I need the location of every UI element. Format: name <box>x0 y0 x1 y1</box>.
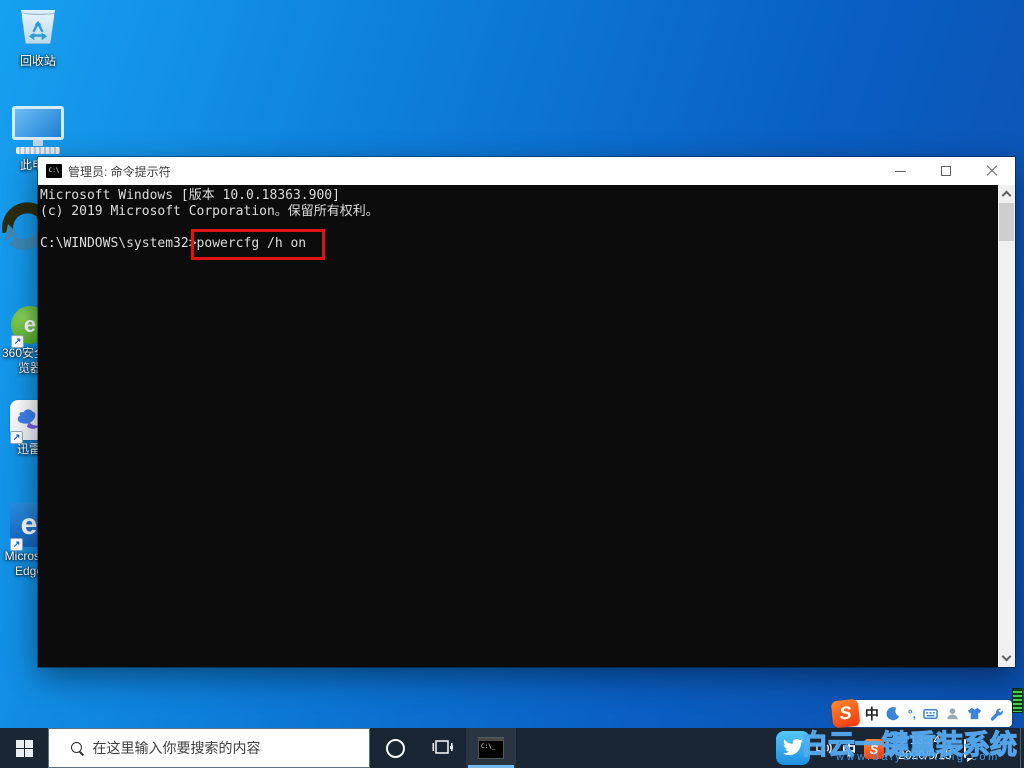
console-line: Microsoft Windows [版本 10.0.18363.900] <box>40 188 340 203</box>
wrench-icon[interactable] <box>989 706 1004 721</box>
command-highlight-box <box>191 229 325 260</box>
shortcut-arrow-badge: ↗ <box>10 538 23 551</box>
scroll-down-arrow[interactable] <box>998 650 1015 667</box>
network-monitor-badge[interactable] <box>1012 688 1023 713</box>
cmd-window: C:\ 管理员: 命令提示符 Microsoft Windows [版本 10.… <box>38 157 1015 667</box>
cmd-taskbar-icon: C:\_ <box>478 737 504 759</box>
action-center-button[interactable] <box>964 739 966 758</box>
task-view-button[interactable] <box>420 728 466 768</box>
console-line: (c) 2019 Microsoft Corporation。保留所有权利。 <box>40 204 379 219</box>
scroll-up-arrow[interactable] <box>998 185 1015 202</box>
clock-date: 2020/9/15 <box>898 748 952 762</box>
ime-mode-toggle[interactable]: 中 <box>865 704 879 724</box>
maximize-button[interactable] <box>923 157 969 185</box>
shortcut-arrow-badge: ↗ <box>10 431 23 444</box>
recycle-symbol-icon <box>28 20 48 41</box>
shortcut-arrow-badge: ↗ <box>11 335 24 348</box>
minimize-icon <box>894 170 906 172</box>
start-button[interactable] <box>0 728 48 768</box>
keyboard-icon[interactable] <box>923 706 938 721</box>
sogou-ime-toolbar: S 中 °, <box>830 698 1012 729</box>
console-prompt: C:\WINDOWS\system32> <box>40 236 197 251</box>
sogou-tray-icon[interactable]: S <box>864 739 884 759</box>
console-output[interactable]: Microsoft Windows [版本 10.0.18363.900] (c… <box>38 185 1015 667</box>
360-logo-letter: e <box>23 312 37 337</box>
sogou-logo-icon[interactable]: S <box>830 698 861 729</box>
taskbar-cmd-button[interactable]: C:\_ <box>466 728 516 768</box>
close-icon <box>986 165 998 177</box>
moon-icon[interactable] <box>886 706 901 721</box>
search-input[interactable] <box>92 740 363 756</box>
cortana-icon <box>385 738 405 758</box>
ime-indicator[interactable]: 中 <box>842 740 856 760</box>
volume-button[interactable] <box>816 739 834 761</box>
cmd-titlebar[interactable]: C:\ 管理员: 命令提示符 <box>38 157 1015 185</box>
recycle-bin-icon <box>18 10 58 54</box>
minimize-button[interactable] <box>877 157 923 185</box>
taskbar-search[interactable] <box>48 728 370 768</box>
show-desktop-button[interactable] <box>1020 728 1021 768</box>
console-scrollbar[interactable] <box>998 185 1015 667</box>
taskbar-clock[interactable]: 13:24 2020/9/15 <box>890 733 960 763</box>
desktop-icon-recycle-bin[interactable]: 回收站 <box>2 10 74 69</box>
this-pc-icon <box>8 106 68 158</box>
punctuation-toggle[interactable]: °, <box>908 708 916 720</box>
window-title: 管理员: 命令提示符 <box>68 164 171 179</box>
icon-label: 回收站 <box>19 54 56 68</box>
task-view-icon <box>432 740 453 754</box>
search-icon <box>70 742 83 754</box>
desktop: 回收站 此电脑 e ↗ 360安全浏 览器 <box>0 0 1024 768</box>
edge-logo-letter: e <box>20 508 38 541</box>
maximize-icon <box>941 166 951 176</box>
action-center-icon <box>964 739 966 758</box>
cmd-icon: C:\ <box>46 164 62 178</box>
close-button[interactable] <box>969 157 1015 185</box>
account-icon[interactable] <box>945 706 960 721</box>
speaker-icon <box>816 739 832 757</box>
clock-time: 13:24 <box>909 733 941 747</box>
windows-logo-icon <box>15 739 33 757</box>
twitter-bird-button[interactable] <box>776 731 810 765</box>
bird-icon <box>783 738 803 756</box>
console-prompt-line: C:\WINDOWS\system32>powercfg /h on <box>40 236 1015 252</box>
cortana-button[interactable] <box>372 728 418 768</box>
scroll-thumb[interactable] <box>999 203 1014 241</box>
skin-tshirt-icon[interactable] <box>967 706 982 721</box>
